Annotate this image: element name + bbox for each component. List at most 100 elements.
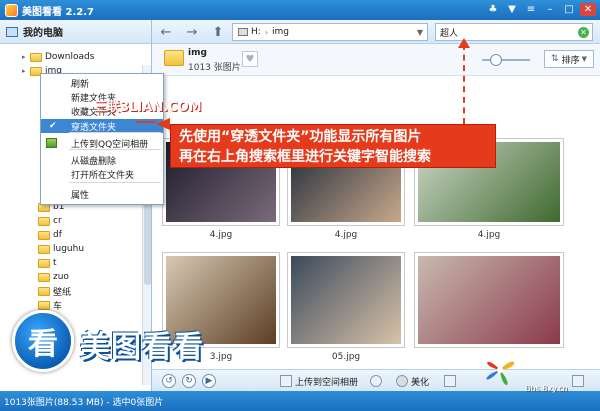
thumbnail-caption: 4.jpg <box>209 230 233 240</box>
address-drive: H: <box>251 27 261 37</box>
chevron-right-icon: › <box>264 27 269 37</box>
app-title: 美图看看 2.2.7 <box>22 6 94 18</box>
folder-icon <box>38 286 50 296</box>
folder-image-count: 1013 张图片 <box>188 63 241 73</box>
beautify-button[interactable]: 美化 <box>396 373 429 389</box>
tree-header[interactable]: 我的电脑 <box>0 20 151 44</box>
context-menu-item-label: 从磁盘删除 <box>71 156 117 167</box>
expand-arrow-icon[interactable]: ▸ <box>22 53 30 61</box>
tree-item[interactable]: 壁纸 <box>30 284 71 298</box>
tree-item-label: t <box>53 258 57 268</box>
annotation-callout: 先使用“穿透文件夹”功能显示所有图片 再在右上角搜索框里进行关键字智能搜索 <box>170 124 496 168</box>
weibo-share-button[interactable] <box>370 373 385 389</box>
watermark-text: 三联3LIAN.COM <box>94 100 202 115</box>
minimize-button[interactable]: – <box>542 3 558 16</box>
maximize-button[interactable]: □ <box>561 3 577 16</box>
folder-icon <box>38 216 50 226</box>
tree-item-label: df <box>53 230 62 240</box>
close-button[interactable]: ✕ <box>580 3 596 16</box>
menu-separator <box>69 182 161 183</box>
tree-item[interactable]: ▸ Downloads <box>22 50 94 64</box>
sort-button[interactable]: ⇅ 排序 ▼ <box>544 50 594 68</box>
skin-icon[interactable]: ♣ <box>485 3 501 16</box>
context-menu-item[interactable]: 打开所在文件夹 <box>41 167 163 181</box>
weibo-icon <box>370 375 382 387</box>
folder-context-menu: 刷新 新建文件夹 收藏文件夹 ✔ 穿透文件夹 上传到QQ空间相册 从磁盘删除 打开所在文件夹属… <box>40 73 164 205</box>
folder-name: img <box>188 48 207 58</box>
tree-item-label: 车 <box>53 301 63 312</box>
context-menu-item-label: 穿透文件夹 <box>71 122 117 133</box>
address-path: img <box>272 27 289 37</box>
menu-separator <box>69 132 161 133</box>
clear-search-icon[interactable]: ✕ <box>578 26 589 38</box>
computer-icon <box>6 26 18 37</box>
tree-item-label: 壁纸 <box>53 287 72 298</box>
screen-button[interactable] <box>444 373 459 389</box>
folder-icon <box>30 52 42 62</box>
tree-item[interactable]: t <box>30 256 57 270</box>
thumbnail-caption: 05.jpg <box>331 352 361 362</box>
shirt-icon[interactable]: ▼ <box>504 3 520 16</box>
status-bar: 1013张图片(88.53 MB) - 选中0张图片 <box>0 391 600 411</box>
annotation-line-2: 再在右上角搜索框里进行关键字智能搜索 <box>179 149 431 165</box>
tree-header-label: 我的电脑 <box>23 28 63 39</box>
monitor-icon <box>444 375 456 387</box>
menu-separator <box>69 149 161 150</box>
upload-album-button[interactable]: 上传到空间相册 <box>280 373 358 389</box>
tree-item[interactable]: luguhu <box>30 242 84 256</box>
thumbnail-image <box>418 256 560 344</box>
chevron-down-icon: ▼ <box>581 55 587 63</box>
folder-icon <box>38 300 50 310</box>
address-bar[interactable]: H: › img ▼ <box>232 23 428 41</box>
beautify-label: 美化 <box>411 377 430 388</box>
context-menu-item-label: 打开所在文件夹 <box>71 170 135 181</box>
zoom-slider-handle[interactable] <box>490 54 502 66</box>
status-text: 1013张图片(88.53 MB) - 选中0张图片 <box>4 397 164 408</box>
context-menu-item[interactable]: 从磁盘删除 <box>41 153 163 167</box>
slideshow-button[interactable]: ▶ <box>202 374 216 388</box>
navigation-toolbar: ← → ⬆ H: › img ▼ 超人 ✕ <box>152 20 600 44</box>
folder-icon <box>38 272 50 282</box>
tree-item[interactable]: zuo <box>30 270 69 284</box>
back-button[interactable]: ← <box>158 24 174 40</box>
favorite-heart-icon[interactable]: ♥ <box>242 51 258 67</box>
window-controls: ♣ ▼ ≡ – □ ✕ <box>485 3 596 16</box>
rotate-left-button[interactable]: ↺ <box>162 374 176 388</box>
brand-logo-text: 美图看看 <box>80 330 204 365</box>
menu-icon[interactable]: ≡ <box>523 3 539 16</box>
context-menu-item-label: 刷新 <box>71 79 90 90</box>
search-pointer-line <box>463 44 465 124</box>
tree-item-label: Downloads <box>45 52 95 62</box>
up-folder-button[interactable]: ⬆ <box>210 24 226 40</box>
expand-arrow-icon[interactable]: ▸ <box>22 67 30 75</box>
drive-icon <box>238 28 248 36</box>
annotation-line-1: 先使用“穿透文件夹”功能显示所有图片 <box>179 129 422 145</box>
thumbnail[interactable] <box>287 252 405 348</box>
chevron-down-icon[interactable]: ▼ <box>417 28 423 37</box>
thumbnail-caption: 4.jpg <box>477 230 501 240</box>
fullscreen-button[interactable] <box>572 373 587 389</box>
folder-info-bar: img 1013 张图片 ♥ ⇅ 排序 ▼ <box>152 44 600 76</box>
context-menu-item[interactable]: 刷新 <box>41 76 163 90</box>
context-menu-item[interactable]: 属性 <box>41 187 163 201</box>
search-value: 超人 <box>440 28 459 39</box>
site-url: Bbs.8xy.cn <box>525 384 568 393</box>
tree-item[interactable]: cr <box>30 214 62 228</box>
folder-icon <box>164 50 184 66</box>
app-logo-icon <box>5 3 18 17</box>
qq-album-icon <box>46 138 57 148</box>
rotate-right-button[interactable]: ↻ <box>182 374 196 388</box>
thumbnail-grid: 4.jpg 4.jpg 4.jpg 3.jpg 05.jpg <box>152 76 600 369</box>
thumbnail[interactable] <box>414 252 564 348</box>
context-menu-item[interactable]: 上传到QQ空间相册 <box>41 136 163 150</box>
thumbnail-image <box>291 256 401 344</box>
context-menu-item-label: 上传到QQ空间相册 <box>71 139 149 150</box>
forward-button[interactable]: → <box>184 24 200 40</box>
upload-icon <box>280 375 292 387</box>
tree-item[interactable]: df <box>30 228 62 242</box>
brand-logo-icon: 看 <box>12 310 74 372</box>
arrow-up-icon <box>458 38 470 48</box>
annotation-arrow-icon <box>156 118 170 130</box>
folder-icon <box>38 230 50 240</box>
check-icon: ✔ <box>49 121 57 131</box>
